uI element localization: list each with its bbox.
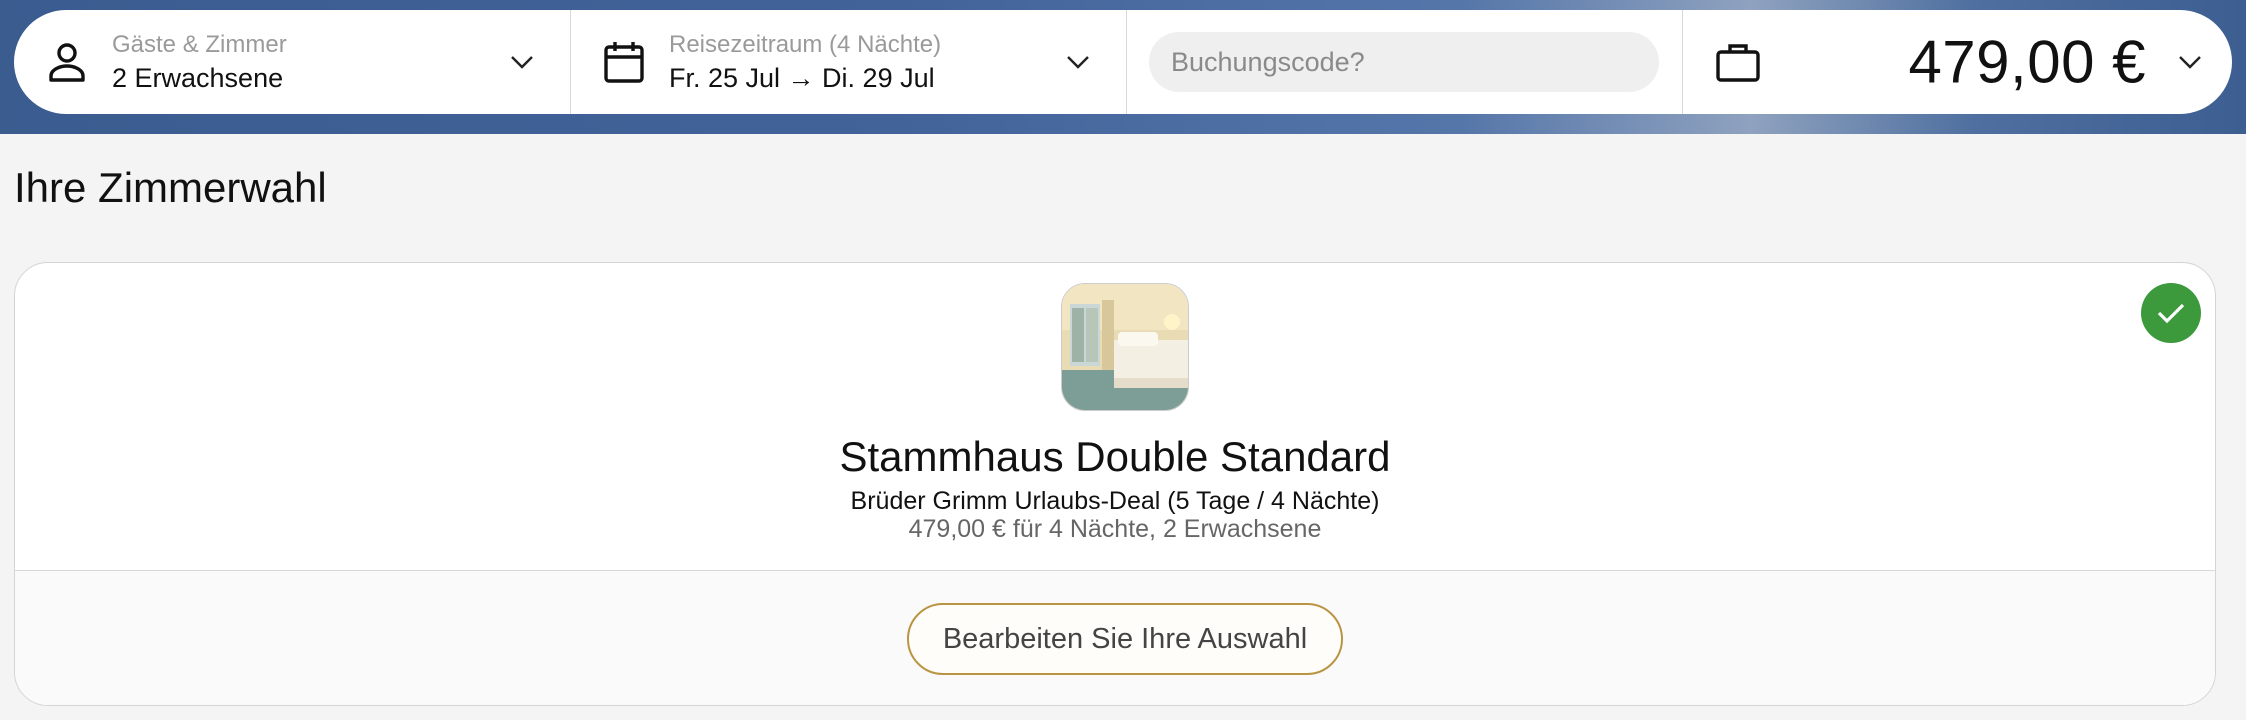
room-card: Stammhaus Double Standard Brüder Grimm U…	[14, 262, 2216, 706]
room-summary: Stammhaus Double Standard Brüder Grimm U…	[15, 263, 2215, 571]
booking-code-input[interactable]	[1149, 32, 1659, 92]
chevron-down-icon	[1064, 48, 1092, 76]
person-icon	[42, 37, 92, 87]
guests-label: Gäste & Zimmer	[112, 30, 287, 58]
date-range-selector[interactable]: Reisezeitraum (4 Nächte) Fr. 25 Jul → Di…	[570, 10, 1126, 114]
price-summary[interactable]: 479,00 €	[1682, 10, 2232, 114]
briefcase-icon	[1713, 37, 1763, 87]
section-title: Ihre Zimmerwahl	[14, 164, 327, 211]
guests-value: 2 Erwachsene	[112, 62, 284, 93]
chevron-down-icon	[2176, 48, 2204, 76]
room-name: Stammhaus Double Standard	[839, 433, 1391, 480]
dates-label: Reisezeitraum (4 Nächte)	[669, 30, 942, 58]
room-price: 479,00 € für 4 Nächte, 2 Erwachsene	[908, 515, 1322, 543]
calendar-icon	[599, 37, 649, 87]
booking-bar: Gäste & Zimmer 2 Erwachsene Reisezeitrau…	[14, 10, 2232, 114]
room-actions: Bearbeiten Sie Ihre Auswahl	[15, 571, 2215, 705]
chevron-down-icon	[508, 48, 536, 76]
checkmark-icon	[2141, 283, 2201, 343]
room-deal: Brüder Grimm Urlaubs-Deal (5 Tage / 4 Nä…	[850, 487, 1380, 515]
edit-selection-button[interactable]: Bearbeiten Sie Ihre Auswahl	[907, 603, 1343, 675]
room-thumbnail	[1061, 283, 1189, 411]
dates-value: Fr. 25 Jul → Di. 29 Jul	[669, 62, 935, 93]
guests-selector[interactable]: Gäste & Zimmer 2 Erwachsene	[14, 10, 570, 114]
booking-code-section	[1126, 10, 1682, 114]
total-price: 479,00 €	[1908, 28, 2146, 96]
